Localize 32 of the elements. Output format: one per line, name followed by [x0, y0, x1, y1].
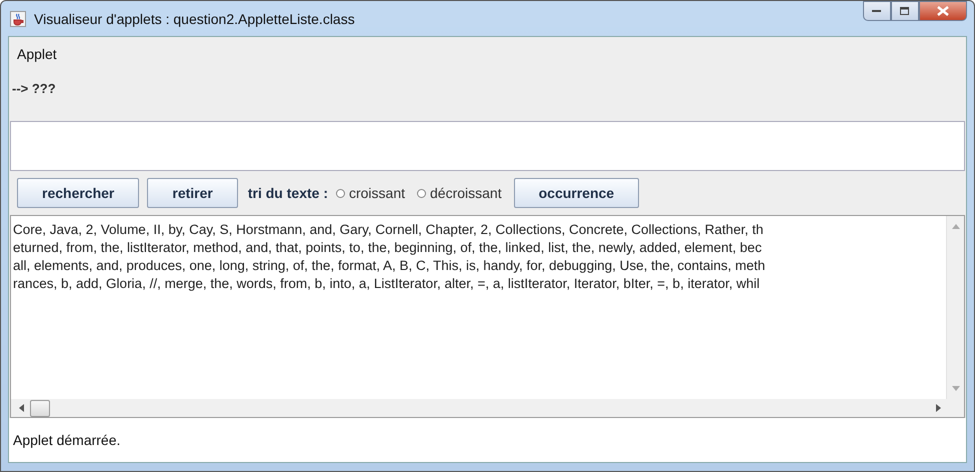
- action-button[interactable]: occurrence: [514, 178, 640, 208]
- window-title: Visualiseur d'applets : question2.AppletteListe.class: [34, 10, 356, 26]
- radio-option[interactable]: croissant: [336, 185, 406, 201]
- radio-icon[interactable]: [417, 188, 426, 198]
- text-line: eturned, from, the, listIterator, method, and, that, points, to, the, beginning, of, the, linked, list, the, newly, added, element, bec: [13, 239, 763, 257]
- scroll-left-icon[interactable]: [19, 404, 24, 412]
- radio-icon[interactable]: [336, 188, 345, 198]
- text-line: all, elements, and, produces, one, long, string, of, the, format, A, B, C, This, is, handy, for, debugging, Use, the, contains, meth: [13, 257, 766, 275]
- scroll-thumb[interactable]: [30, 400, 50, 416]
- scroll-right-icon[interactable]: [936, 404, 941, 412]
- sort-label: tri du texte :: [248, 185, 328, 201]
- vertical-scrollbar[interactable]: [946, 216, 964, 399]
- minimize-button[interactable]: [863, 1, 891, 21]
- close-icon: [937, 6, 949, 16]
- scroll-down-icon[interactable]: [952, 386, 960, 391]
- text-line: rances, b, add, Gloria, //, merge, the, words, from, b, into, a, ListIterator, alter, =, a, listIterator, Iterator, bIter, =, b, iterator, whil: [13, 275, 761, 293]
- text-area[interactable]: [10, 215, 965, 418]
- minimize-icon: [872, 9, 882, 13]
- menu-item[interactable]: Applet: [17, 46, 57, 62]
- action-button[interactable]: rechercher: [17, 178, 140, 208]
- text-line: Core, Java, 2, Volume, II, by, Cay, S, Horstmann, and, Gary, Cornell, Chapter, 2, Collections, Concrete, Collections, Rather, th: [13, 221, 764, 239]
- horizontal-scrollbar[interactable]: [11, 399, 964, 417]
- radio-option[interactable]: décroissant: [417, 185, 502, 201]
- maximize-button[interactable]: [891, 1, 919, 21]
- status-bar: Applet démarrée.: [9, 418, 966, 462]
- action-button[interactable]: retirer: [147, 178, 238, 208]
- result-label: --> ???: [11, 80, 57, 98]
- java-cup-icon: [10, 10, 26, 26]
- close-button[interactable]: [919, 1, 967, 21]
- scroll-up-icon[interactable]: [952, 224, 960, 229]
- input-field[interactable]: [10, 121, 965, 171]
- maximize-icon: [900, 6, 910, 16]
